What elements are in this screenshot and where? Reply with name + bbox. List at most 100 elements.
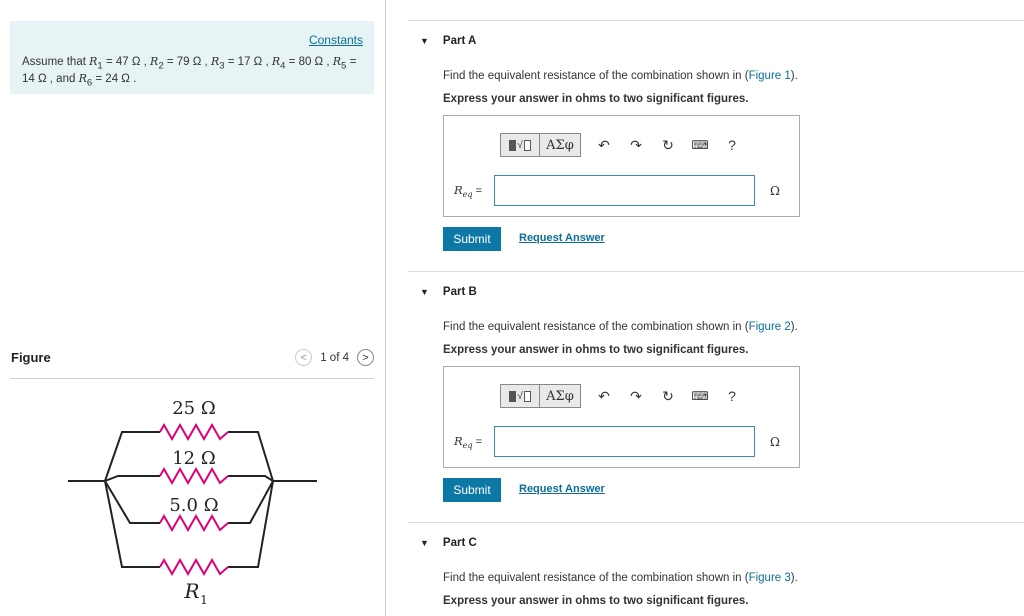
- part-a-question: Find the equivalent resistance of the co…: [443, 70, 798, 82]
- req-symbol: R: [454, 434, 463, 448]
- part-a-title: Part A: [442, 35, 477, 47]
- figure-1-link[interactable]: Figure 1: [749, 70, 791, 82]
- constants-link[interactable]: Constants: [309, 33, 363, 47]
- unit-label: Ω: [770, 184, 780, 198]
- reset-icon[interactable]: ↻: [659, 137, 677, 154]
- r1-value: = 47 Ω ,: [102, 56, 151, 68]
- keyboard-icon[interactable]: ⌨: [691, 138, 709, 152]
- part-a-answer-input[interactable]: [494, 175, 755, 206]
- templates-button[interactable]: √: [501, 385, 540, 407]
- math-toolbar: √ ΑΣφ ↶ ↷ ↻ ⌨ ?: [500, 132, 741, 158]
- r2-value: = 79 Ω ,: [163, 56, 211, 68]
- redo-icon[interactable]: ↷: [627, 137, 645, 154]
- resistor-r1: [159, 557, 229, 577]
- redo-icon[interactable]: ↷: [627, 388, 645, 405]
- label-r1-symbol: R: [183, 579, 199, 603]
- column-divider: [385, 0, 386, 616]
- part-b-answer-box: √ ΑΣφ ↶ ↷ ↻ ⌨ ? Req = Ω: [443, 366, 800, 468]
- part-a-instruction: Express your answer in ohms to two signi…: [443, 93, 749, 105]
- part-b-answer-input[interactable]: [494, 426, 755, 457]
- toolbar-group: √ ΑΣφ: [500, 384, 581, 408]
- help-icon[interactable]: ?: [723, 388, 741, 404]
- part-c-separator: [408, 522, 1024, 523]
- part-b-submit-button[interactable]: Submit: [443, 478, 501, 502]
- part-b-header[interactable]: ▼ Part B: [420, 286, 477, 298]
- req-label: Req =: [454, 183, 482, 199]
- label-12-ohm: 12 Ω: [172, 448, 216, 469]
- part-c-question: Find the equivalent resistance of the co…: [443, 572, 798, 584]
- keyboard-icon[interactable]: ⌨: [691, 389, 709, 403]
- figure-2-link[interactable]: Figure 2: [749, 321, 791, 333]
- collapse-triangle-icon: ▼: [420, 287, 429, 297]
- r4-value: = 80 Ω ,: [285, 56, 333, 68]
- r6-symbol: R: [78, 72, 87, 86]
- figure-pager: < 1 of 4 >: [295, 349, 374, 366]
- label-r1-subscript: 1: [200, 593, 208, 607]
- symbols-button[interactable]: ΑΣφ: [540, 385, 580, 407]
- prev-figure-button[interactable]: <: [295, 349, 313, 366]
- left-panel: Constants Assume that R1 = 47 Ω , R2 = 7…: [0, 0, 386, 616]
- req-equals: =: [472, 436, 483, 448]
- part-a-submit-button[interactable]: Submit: [443, 227, 501, 251]
- part-a-question-end: ).: [790, 70, 798, 82]
- next-figure-button[interactable]: >: [357, 349, 374, 366]
- req-equals: =: [472, 185, 483, 197]
- req-subscript: eq: [462, 190, 473, 200]
- req-symbol: R: [454, 183, 463, 197]
- resistor-5-ohm: [159, 513, 229, 533]
- resistor-12-ohm: [159, 466, 229, 486]
- part-c-title: Part C: [442, 537, 477, 549]
- part-a-answer-box: √ ΑΣφ ↶ ↷ ↻ ⌨ ? Req = Ω: [443, 115, 800, 217]
- help-icon[interactable]: ?: [723, 137, 741, 153]
- undo-icon[interactable]: ↶: [595, 137, 613, 154]
- templates-icon: √: [508, 139, 532, 151]
- math-toolbar: √ ΑΣφ ↶ ↷ ↻ ⌨ ?: [500, 383, 741, 409]
- r3-value: = 17 Ω ,: [224, 56, 272, 68]
- part-c-instruction: Express your answer in ohms to two signi…: [443, 595, 749, 607]
- part-c-question-end: ).: [790, 572, 798, 584]
- collapse-triangle-icon: ▼: [420, 36, 429, 46]
- part-c-question-text: Find the equivalent resistance of the co…: [443, 572, 749, 584]
- part-b-separator: [408, 271, 1024, 272]
- wire-mid2-left: [104, 480, 160, 524]
- req-label: Req =: [454, 434, 482, 450]
- wire-mid1-left: [104, 475, 160, 482]
- circuit-diagram: 25 Ω 12 Ω 5.0 Ω R 1: [68, 398, 317, 607]
- part-a-question-text: Find the equivalent resistance of the co…: [443, 70, 749, 82]
- label-25-ohm: 25 Ω: [172, 398, 216, 419]
- part-b-question-text: Find the equivalent resistance of the co…: [443, 321, 749, 333]
- wire-top-right: [228, 431, 274, 482]
- part-a-request-answer-link[interactable]: Request Answer: [519, 232, 605, 244]
- r4-symbol: R: [271, 55, 281, 68]
- wire-mid1-right: [228, 475, 274, 482]
- label-5-ohm: 5.0 Ω: [169, 495, 218, 516]
- figure-header: Figure < 1 of 4 >: [10, 346, 374, 379]
- unit-label: Ω: [770, 435, 780, 449]
- req-subscript: eq: [462, 441, 473, 451]
- part-a-header[interactable]: ▼ Part A: [420, 35, 476, 47]
- part-b-question: Find the equivalent resistance of the co…: [443, 321, 798, 333]
- part-a-separator: [408, 20, 1024, 21]
- r6-value: = 24 Ω .: [92, 73, 137, 86]
- figure-title: Figure: [11, 350, 51, 365]
- part-c-header[interactable]: ▼ Part C: [420, 537, 477, 549]
- problem-intro: Assume that: [22, 56, 90, 68]
- symbols-button[interactable]: ΑΣφ: [540, 134, 580, 156]
- part-b-instruction: Express your answer in ohms to two signi…: [443, 344, 749, 356]
- part-b-request-answer-link[interactable]: Request Answer: [519, 483, 605, 495]
- resistor-25-ohm: [159, 422, 229, 442]
- wire-top-left: [104, 431, 160, 482]
- r5-symbol: R: [332, 55, 342, 68]
- reset-icon[interactable]: ↻: [659, 388, 677, 405]
- figure-3-link[interactable]: Figure 3: [749, 572, 791, 584]
- part-b-title: Part B: [442, 286, 477, 298]
- part-b-question-end: ).: [790, 321, 798, 333]
- collapse-triangle-icon: ▼: [420, 538, 429, 548]
- figure-page-indicator: 1 of 4: [320, 351, 349, 364]
- undo-icon[interactable]: ↶: [595, 388, 613, 405]
- chevron-left-icon: <: [300, 351, 307, 364]
- toolbar-group: √ ΑΣφ: [500, 133, 581, 157]
- problem-statement: Assume that R1 = 47 Ω , R2 = 79 Ω , R3 =…: [22, 55, 362, 90]
- r3-symbol: R: [210, 55, 220, 68]
- templates-button[interactable]: √: [501, 134, 540, 156]
